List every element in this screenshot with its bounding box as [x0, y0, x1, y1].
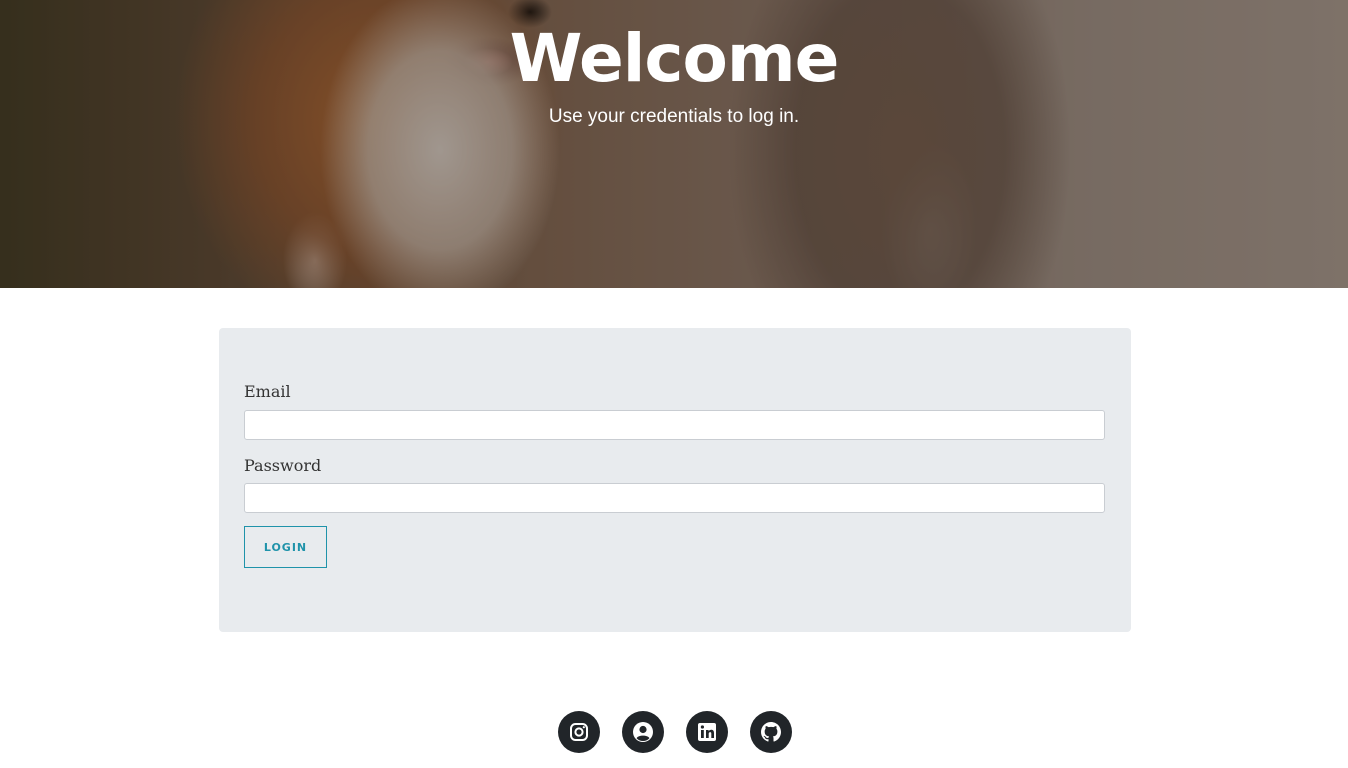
github-icon — [761, 722, 781, 742]
password-field[interactable] — [244, 483, 1105, 513]
page-title: Welcome — [509, 20, 840, 97]
profile-link[interactable] — [622, 711, 664, 753]
login-button[interactable]: LOGIN — [244, 526, 327, 568]
hero-banner: Welcome Use your credentials to log in. — [0, 0, 1348, 288]
instagram-icon — [570, 723, 588, 741]
page-subtitle: Use your credentials to log in. — [548, 106, 800, 127]
email-field[interactable] — [244, 410, 1105, 440]
github-link[interactable] — [750, 711, 792, 753]
user-circle-icon — [633, 722, 653, 742]
password-label: Password — [244, 456, 322, 475]
linkedin-link[interactable] — [686, 711, 728, 753]
email-label: Email — [244, 382, 291, 401]
login-panel: Email Password LOGIN — [219, 328, 1131, 632]
social-links — [558, 711, 792, 753]
linkedin-icon — [698, 723, 716, 741]
instagram-link[interactable] — [558, 711, 600, 753]
